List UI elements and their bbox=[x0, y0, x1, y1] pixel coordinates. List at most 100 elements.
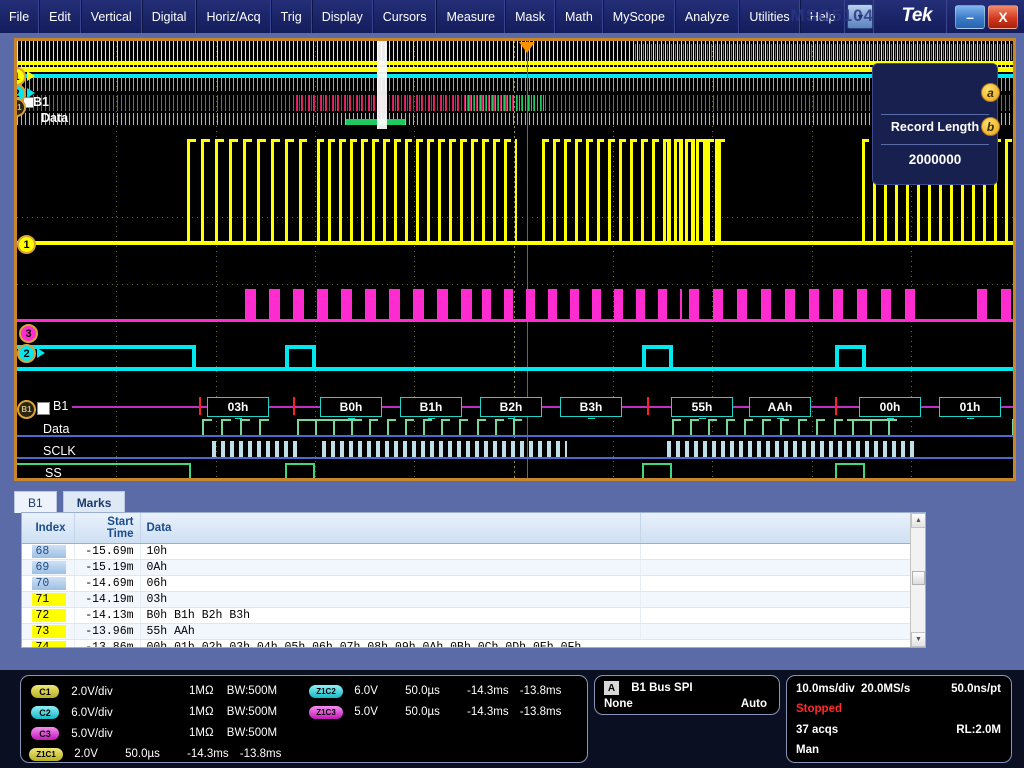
minimize-button[interactable]: – bbox=[955, 5, 985, 29]
overview-waveform-band[interactable] bbox=[17, 41, 1013, 129]
close-button[interactable]: X bbox=[988, 5, 1018, 29]
row-index: 69 bbox=[32, 561, 66, 574]
horizontal-settings-box[interactable]: 10.0ms/div 20.0MS/s 50.0ns/pt Stopped 37… bbox=[786, 675, 1012, 763]
c3-impedance: 1MΩ bbox=[189, 727, 214, 739]
scroll-down-icon[interactable]: ▼ bbox=[911, 632, 926, 647]
scrollbar-thumb[interactable] bbox=[912, 571, 925, 585]
row-data: 55h AAh bbox=[140, 624, 640, 640]
channel-chip-c3[interactable]: C3 bbox=[31, 727, 59, 740]
menu-item-mask[interactable]: Mask bbox=[505, 0, 555, 33]
bus-label-data: Data bbox=[43, 422, 69, 436]
menu-item-measure[interactable]: Measure bbox=[436, 0, 505, 33]
bus-expand-icon[interactable] bbox=[37, 402, 50, 415]
z1c1-t2: -13.8ms bbox=[240, 748, 282, 760]
zoom-pane-ch3[interactable] bbox=[17, 251, 1013, 333]
tab-b1[interactable]: B1 bbox=[14, 491, 57, 513]
table-row[interactable]: 71 -14.19m 03h bbox=[22, 592, 925, 608]
z1c1-time: 50.0µs bbox=[125, 748, 160, 760]
tab-marks[interactable]: Marks bbox=[63, 491, 126, 513]
record-length-value[interactable]: 2000000 bbox=[873, 152, 997, 167]
horiz-scale: 10.0ms/div bbox=[796, 683, 855, 695]
table-row[interactable]: 68 -15.69m 10h bbox=[22, 544, 925, 560]
record-length-status: RL:2.0M bbox=[956, 724, 1001, 736]
sclk-waveform bbox=[212, 441, 1013, 459]
trigger-marker-icon[interactable] bbox=[519, 42, 535, 53]
channel-badge-3-zoom[interactable]: 3 bbox=[19, 324, 38, 343]
table-header-row: Index Start Time Data bbox=[22, 513, 925, 544]
bus-packet[interactable]: B3h bbox=[560, 397, 622, 417]
status-bar-area: C1 2.0V/div 1MΩ BW:500M C2 6.0V/div 1MΩ … bbox=[0, 670, 1024, 768]
table-vertical-scrollbar[interactable]: ▲ ▼ bbox=[910, 513, 925, 647]
zoom-chip-z1c1[interactable]: Z1C1 bbox=[29, 748, 63, 761]
row-index: 70 bbox=[32, 577, 66, 590]
menu-item-math[interactable]: Math bbox=[555, 0, 603, 33]
zoom-pane-ch2[interactable] bbox=[17, 329, 1013, 391]
menu-item-vertical[interactable]: Vertical bbox=[81, 0, 142, 33]
bus-packet[interactable]: B2h bbox=[480, 397, 542, 417]
menu-item-trig[interactable]: Trig bbox=[271, 0, 312, 33]
menu-item-digital[interactable]: Digital bbox=[142, 0, 197, 33]
row-index: 74 bbox=[32, 641, 66, 648]
z1c1-volt: 2.0V bbox=[74, 748, 98, 760]
channel-chip-c1[interactable]: C1 bbox=[31, 685, 59, 698]
c1-bandwidth: BW:500M bbox=[227, 685, 277, 697]
c3-bandwidth: BW:500M bbox=[227, 727, 277, 739]
zoom-chip-z1c2[interactable]: Z1C2 bbox=[309, 685, 343, 698]
graticule[interactable]: 1 2 B1 B1 Data 1 bbox=[17, 41, 1013, 478]
table-row[interactable]: 73 -13.96m 55h AAh bbox=[22, 624, 925, 640]
channel-settings-box[interactable]: C1 2.0V/div 1MΩ BW:500M C2 6.0V/div 1MΩ … bbox=[20, 675, 588, 763]
menu-item-edit[interactable]: Edit bbox=[39, 0, 81, 33]
bus-packet[interactable]: 55h bbox=[671, 397, 733, 417]
trigger-mode-left: None bbox=[604, 698, 633, 710]
column-header-data[interactable]: Data bbox=[140, 513, 640, 544]
bus-packet[interactable]: B1h bbox=[400, 397, 462, 417]
menu-item-display[interactable]: Display bbox=[312, 0, 373, 33]
channel-badge-b1-zoom[interactable]: B1 bbox=[17, 400, 36, 419]
record-length-popup[interactable]: Record Length 2000000 a b bbox=[872, 63, 998, 185]
bus-packet[interactable]: 00h bbox=[859, 397, 921, 417]
table-row[interactable]: 72 -14.13m B0h B1h B2h B3h bbox=[22, 608, 925, 624]
bus-packet[interactable]: 01h bbox=[939, 397, 1001, 417]
table-row[interactable]: 74 -13.86m 00h 01h 02h 03h 04h 05h 06h 0… bbox=[22, 640, 925, 649]
trigger-settings-box[interactable]: A B1 Bus SPI None Auto bbox=[594, 675, 780, 715]
z1c2-time: 50.0µs bbox=[405, 685, 440, 697]
model-watermark: MSO5104 bbox=[790, 6, 874, 26]
acquisition-state: Stopped bbox=[796, 703, 842, 715]
row-data: 00h 01h 02h 03h 04h 05h 06h 07h 08h 09h … bbox=[140, 640, 925, 649]
zoom-chip-z1c3[interactable]: Z1C3 bbox=[309, 706, 343, 719]
decode-results-table-wrapper[interactable]: Index Start Time Data 68 -15.69m 10h 69 bbox=[21, 512, 926, 648]
row-data: 10h bbox=[140, 544, 640, 560]
scope-display-frame[interactable]: 1 2 B1 B1 Data 1 bbox=[14, 38, 1016, 481]
z1c3-volt: 5.0V bbox=[354, 706, 378, 718]
row-start-time: -14.13m bbox=[74, 608, 140, 624]
table-row[interactable]: 69 -15.19m 0Ah bbox=[22, 560, 925, 576]
menu-item-horiz-acq[interactable]: Horiz/Acq bbox=[196, 0, 270, 33]
trigger-badge-a[interactable]: A bbox=[604, 681, 619, 695]
menu-item-myscope[interactable]: MyScope bbox=[603, 0, 675, 33]
bus-packet[interactable]: B0h bbox=[320, 397, 382, 417]
column-header-index[interactable]: Index bbox=[22, 513, 74, 544]
row-data: 0Ah bbox=[140, 560, 640, 576]
bus-packet[interactable]: AAh bbox=[749, 397, 811, 417]
zoom-pane-ch1[interactable] bbox=[17, 131, 1013, 249]
scroll-up-icon[interactable]: ▲ bbox=[911, 513, 926, 528]
tek-logo: Tek bbox=[901, 5, 932, 27]
menu-item-analyze[interactable]: Analyze bbox=[675, 0, 739, 33]
menu-item-file[interactable]: File bbox=[0, 0, 39, 33]
row-index: 72 bbox=[32, 609, 66, 622]
channel-badge-1-zoom[interactable]: 1 bbox=[17, 235, 36, 254]
row-start-time: -14.19m bbox=[74, 592, 140, 608]
oscilloscope-window: File Edit Vertical Digital Horiz/Acq Tri… bbox=[0, 0, 1024, 768]
row-data: 06h bbox=[140, 576, 640, 592]
table-row[interactable]: 70 -14.69m 06h bbox=[22, 576, 925, 592]
channel-badge-2-zoom[interactable]: 2 bbox=[17, 344, 36, 363]
channel-pointer-2-overview bbox=[27, 88, 35, 98]
menu-item-cursors[interactable]: Cursors bbox=[373, 0, 437, 33]
channel-chip-c2[interactable]: C2 bbox=[31, 706, 59, 719]
column-header-start-time[interactable]: Start Time bbox=[74, 513, 140, 544]
decode-results-table: Index Start Time Data 68 -15.69m 10h 69 bbox=[22, 513, 925, 648]
bus-packet[interactable]: 03h bbox=[207, 397, 269, 417]
zoom-region-box[interactable] bbox=[377, 41, 387, 129]
horiz-sample-rate: 20.0MS/s bbox=[861, 683, 910, 695]
bus-start-tick bbox=[293, 397, 295, 415]
